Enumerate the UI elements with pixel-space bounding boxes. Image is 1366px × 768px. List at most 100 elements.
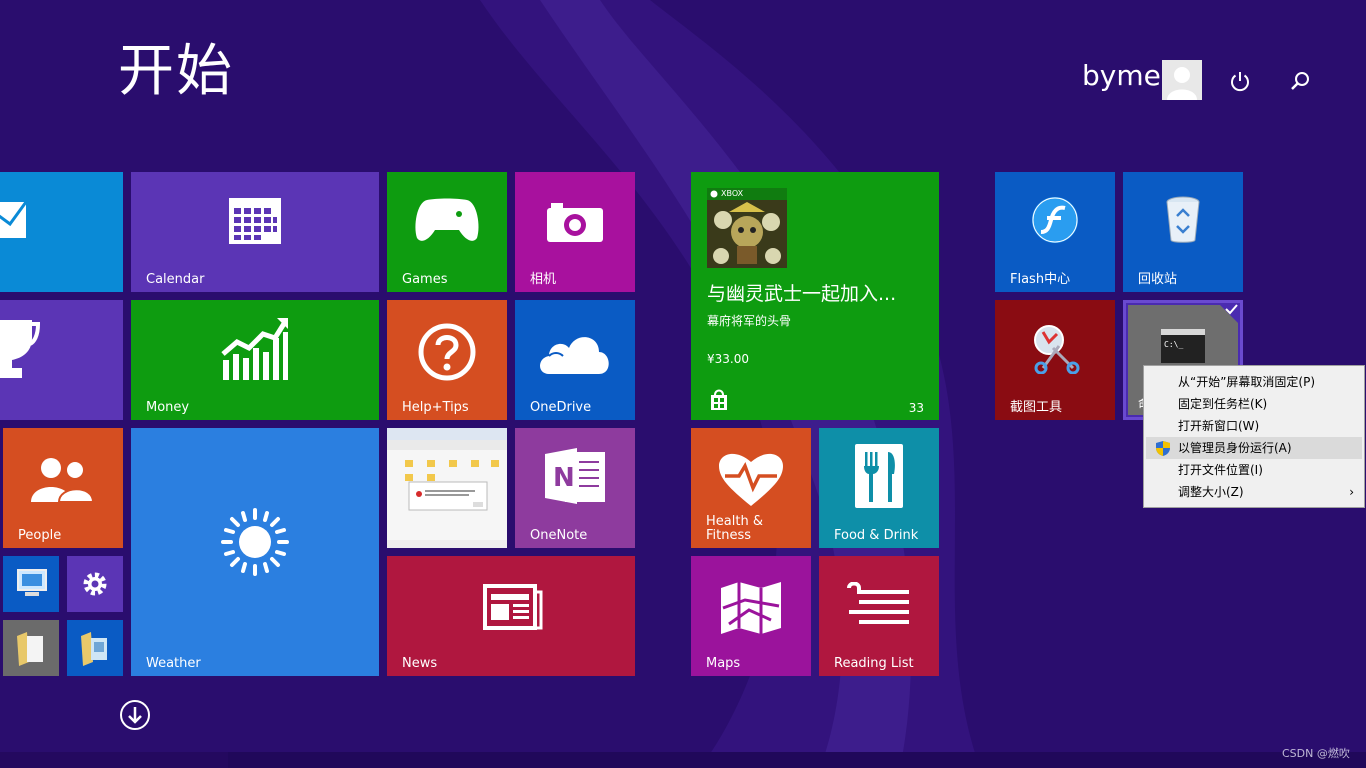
people-icon xyxy=(31,458,95,502)
tile-label: OneDrive xyxy=(530,400,592,415)
tile-achievements[interactable] xyxy=(0,300,123,420)
camera-icon xyxy=(547,203,603,242)
mail-icon xyxy=(0,201,28,238)
tile-store-game[interactable]: XBOX 与幽灵武士一起加入... 幕府将军的头骨 ¥33.00 33 xyxy=(691,172,939,420)
scrollbar-thumb[interactable] xyxy=(228,752,1366,768)
tile-label: Maps xyxy=(706,656,741,671)
menu-open-new-window[interactable]: 打开新窗口(W) xyxy=(1146,415,1362,437)
tile-label: Help+Tips xyxy=(402,400,469,415)
heart-icon xyxy=(719,453,783,506)
tile-people[interactable]: People xyxy=(3,428,123,548)
tile-onenote[interactable]: N OneNote xyxy=(515,428,635,548)
gamepad-icon xyxy=(415,198,479,241)
tile-desktop-preview[interactable] xyxy=(387,428,507,548)
all-apps-button[interactable] xyxy=(119,699,151,731)
desktop-icon xyxy=(17,569,47,596)
tile-pictures[interactable] xyxy=(67,620,123,676)
menu-pin-to-taskbar[interactable]: 固定到任务栏(K) xyxy=(1146,393,1362,415)
tile-label: Health & xyxy=(706,514,763,529)
tile-mail[interactable] xyxy=(0,172,123,292)
menu-item-label: 以管理员身份运行(A) xyxy=(1178,441,1292,455)
selected-check-icon xyxy=(1218,303,1240,325)
chart-icon xyxy=(221,318,288,380)
xbox-badge: XBOX xyxy=(721,189,744,198)
user-avatar-icon xyxy=(1167,67,1197,100)
tile-health-fitness[interactable]: Health & Fitness xyxy=(691,428,811,548)
menu-item-label: 调整大小(Z) xyxy=(1178,485,1244,499)
tile-label: Fitness xyxy=(706,528,752,543)
tile-label: News xyxy=(402,656,438,671)
tile-label: Money xyxy=(146,400,190,415)
power-button[interactable] xyxy=(1223,64,1257,98)
folder-icon xyxy=(17,632,43,666)
reading-list-icon xyxy=(847,582,909,624)
search-icon xyxy=(1291,72,1309,90)
tile-label: OneNote xyxy=(530,528,588,543)
store-count: 33 xyxy=(908,401,924,415)
cloud-icon xyxy=(540,337,609,374)
tile-flash-center[interactable]: Flash中心 xyxy=(995,172,1115,292)
scissors-icon xyxy=(1034,325,1080,374)
cmd-icon: C:\_ xyxy=(1161,329,1205,363)
tile-onedrive[interactable]: OneDrive xyxy=(515,300,635,420)
tile-games[interactable]: Games xyxy=(387,172,507,292)
tile-news[interactable]: News xyxy=(387,556,635,676)
svg-text:C:\_: C:\_ xyxy=(1164,340,1183,349)
tile-settings[interactable] xyxy=(67,556,123,612)
tile-weather[interactable]: Weather xyxy=(131,428,379,676)
avatar[interactable] xyxy=(1162,60,1202,100)
tile-this-pc[interactable] xyxy=(3,556,59,612)
tile-label: 回收站 xyxy=(1138,272,1178,287)
tile-calendar[interactable]: Calendar xyxy=(131,172,379,292)
menu-run-as-admin[interactable]: 以管理员身份运行(A) xyxy=(1146,437,1362,459)
tile-label: People xyxy=(18,528,62,543)
store-price: ¥33.00 xyxy=(707,352,749,366)
xbox-icon xyxy=(710,190,718,198)
tile-label-group: Health & Fitness xyxy=(706,515,763,543)
svg-text:N: N xyxy=(553,463,575,493)
start-title: 开始 xyxy=(118,39,234,104)
search-button[interactable] xyxy=(1283,64,1317,98)
tile-label: 截图工具 xyxy=(1010,400,1063,415)
tile-label: Flash中心 xyxy=(1010,272,1071,287)
tile-food-drink[interactable]: Food & Drink xyxy=(819,428,939,548)
tile-recycle-bin[interactable]: 回收站 xyxy=(1123,172,1243,292)
news-icon xyxy=(483,584,543,630)
desktop-thumbnail xyxy=(387,428,507,548)
recycle-bin-icon xyxy=(1166,196,1200,243)
menu-open-file-location[interactable]: 打开文件位置(I) xyxy=(1146,459,1362,481)
tile-label: Games xyxy=(402,272,448,287)
tile-documents[interactable] xyxy=(3,620,59,676)
game-art: XBOX xyxy=(707,188,787,268)
user-name[interactable]: byme xyxy=(1082,62,1161,90)
tile-reading-list[interactable]: Reading List xyxy=(819,556,939,676)
map-icon xyxy=(721,582,781,634)
tile-label: Reading List xyxy=(834,656,914,671)
watermark: CSDN @燃吹 xyxy=(1282,747,1350,760)
tile-maps[interactable]: Maps xyxy=(691,556,811,676)
tile-camera[interactable]: 相机 xyxy=(515,172,635,292)
gear-icon xyxy=(83,572,107,596)
tile-label: Weather xyxy=(146,656,201,671)
store-icon xyxy=(711,389,727,410)
menu-unpin-from-start[interactable]: 从“开始”屏幕取消固定(P) xyxy=(1146,371,1362,393)
trophy-icon xyxy=(0,320,40,378)
calendar-icon xyxy=(229,198,281,244)
tile-money[interactable]: Money xyxy=(131,300,379,420)
tile-label: 相机 xyxy=(530,272,557,287)
flash-icon xyxy=(1032,197,1078,243)
tile-help-tips[interactable]: Help+Tips xyxy=(387,300,507,420)
samurai-art xyxy=(707,200,787,268)
sun-icon xyxy=(221,508,289,576)
store-headline: 与幽灵武士一起加入... xyxy=(707,283,897,305)
folder-icon xyxy=(81,632,107,666)
menu-resize[interactable]: 调整大小(Z) › xyxy=(1146,481,1362,503)
shield-icon xyxy=(1156,441,1170,456)
context-menu: 从“开始”屏幕取消固定(P) 固定到任务栏(K) 打开新窗口(W) 以管理员身份… xyxy=(1143,365,1365,508)
tile-snipping-tool[interactable]: 截图工具 xyxy=(995,300,1115,420)
chevron-right-icon: › xyxy=(1349,485,1354,499)
tile-label: Food & Drink xyxy=(834,528,919,543)
store-subtitle: 幕府将军的头骨 xyxy=(707,314,792,328)
help-icon xyxy=(418,323,476,381)
power-icon xyxy=(1231,72,1249,92)
